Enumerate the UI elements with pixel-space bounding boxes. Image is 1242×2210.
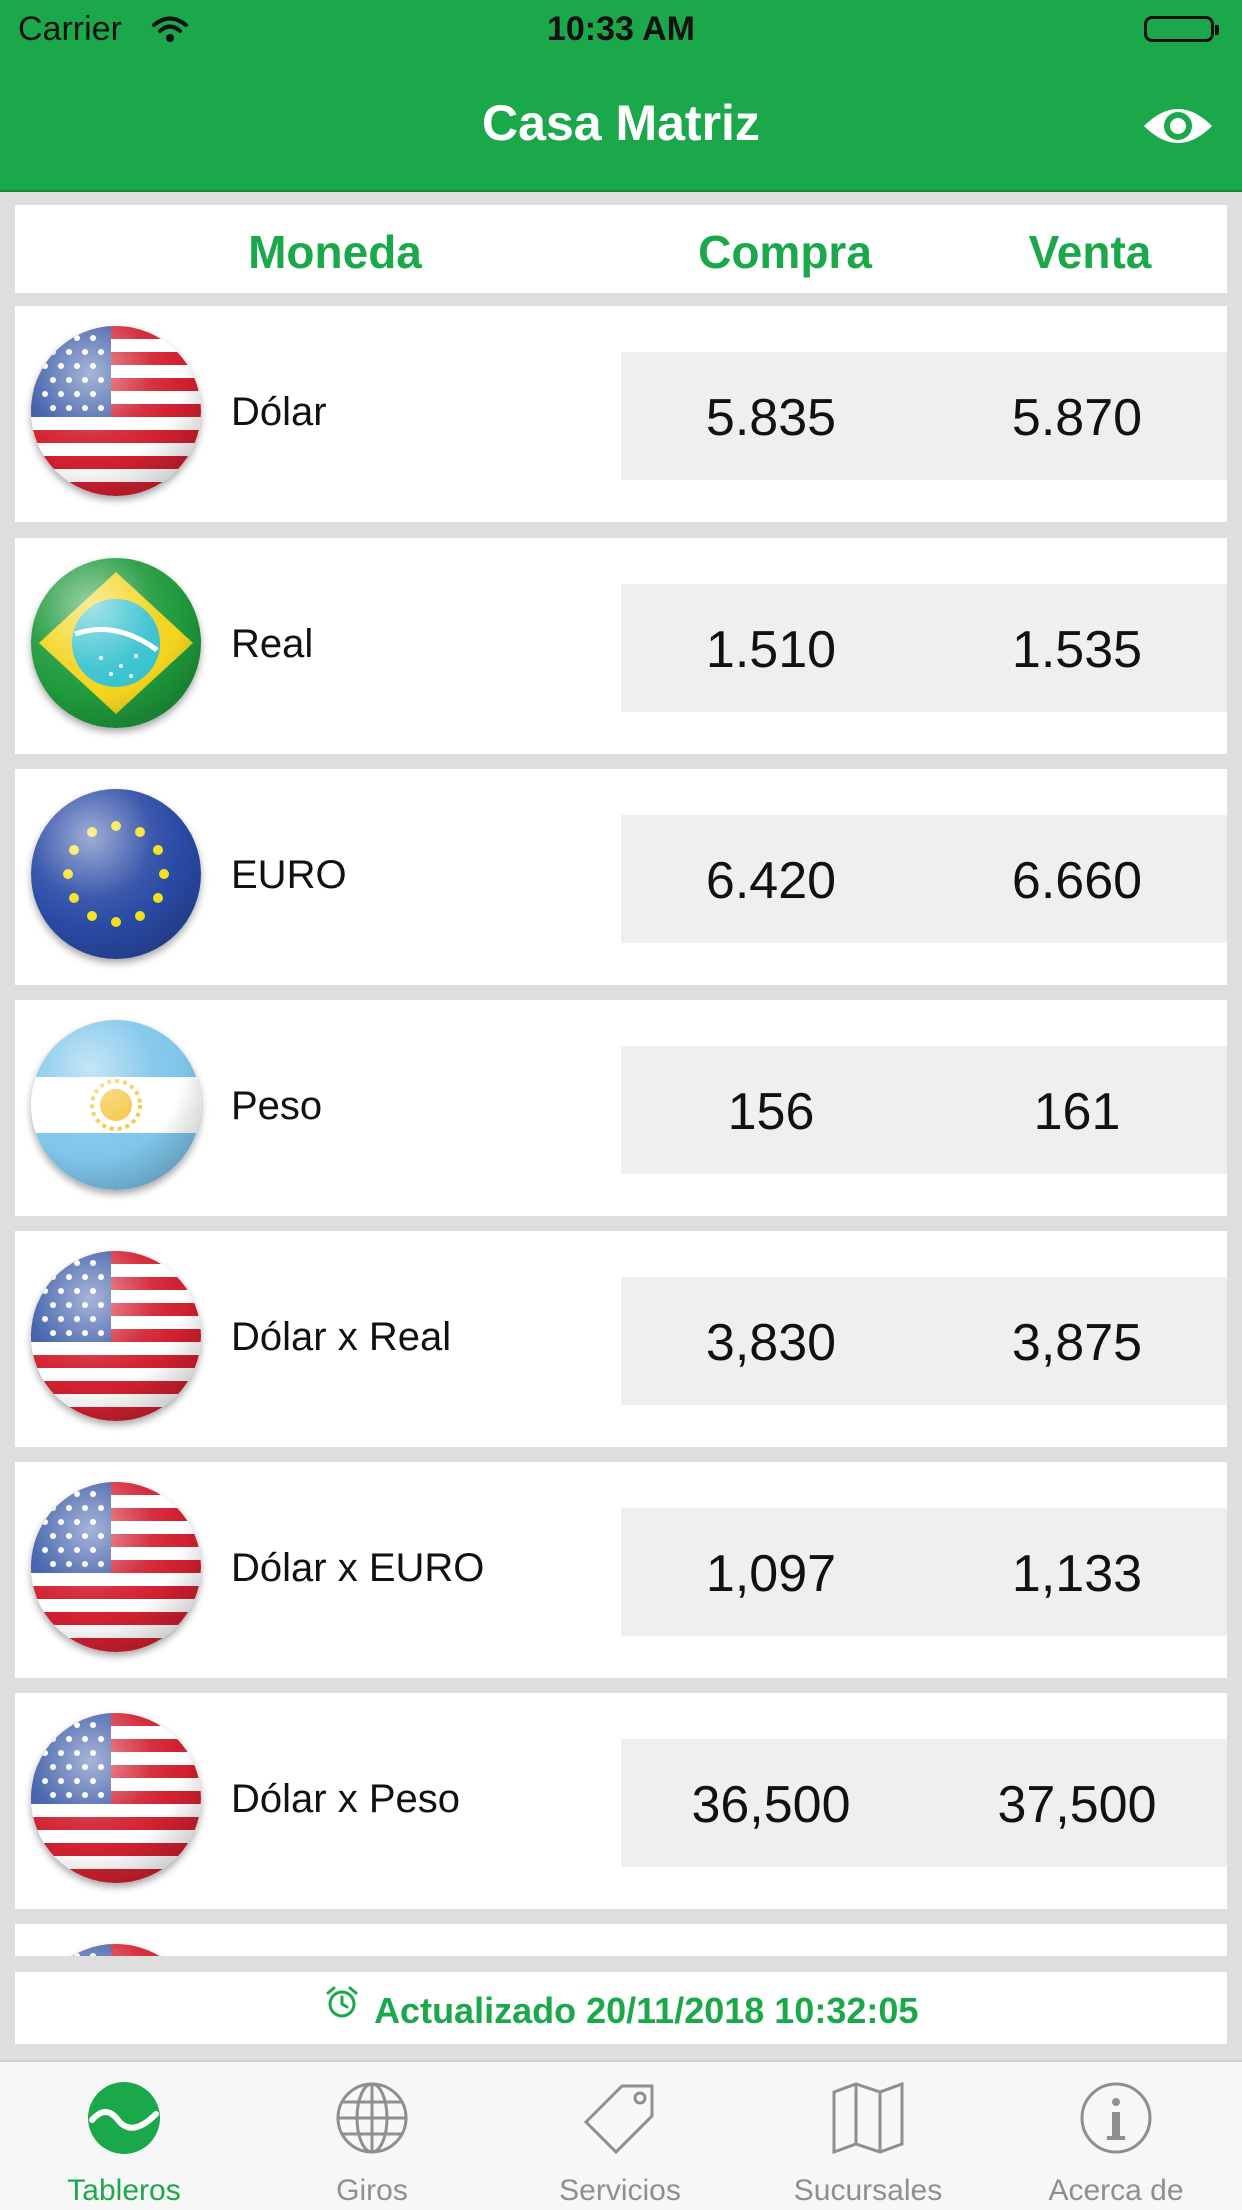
us-flag-icon <box>31 326 201 496</box>
argentina-flag-icon <box>31 1020 201 1190</box>
eu-flag-icon <box>31 789 201 959</box>
sell-rate: 161 <box>1033 1083 1121 1141</box>
currency-name: Real <box>231 622 314 666</box>
sell-rate: 6.660 <box>1011 852 1143 910</box>
brazil-flag-icon <box>31 558 201 728</box>
currency-name: EURO <box>231 853 347 897</box>
nav-bar: Casa Matriz <box>0 62 1242 192</box>
currency-name: Dólar <box>231 390 327 434</box>
buy-rate: 156 <box>727 1083 815 1141</box>
alarm-clock-icon <box>324 1984 360 2020</box>
sell-rate: 1,133 <box>1011 1545 1143 1603</box>
tab-bar: Tableros Giros Servicios Sucursales Acer… <box>0 2060 1242 2210</box>
battery-icon <box>1144 16 1219 42</box>
table-row[interactable]: Dólar x Peso 36,500 37,500 <box>15 1693 1227 1909</box>
currency-name: Dólar x Real <box>231 1315 452 1359</box>
rates-list[interactable]: Dólar 5.835 5.870 Real 1.510 1.535 EURO … <box>15 306 1227 1956</box>
tag-icon <box>582 2080 658 2156</box>
us-flag-icon <box>31 1713 201 1883</box>
tab-giros[interactable]: Giros <box>248 2062 496 2210</box>
currency-name: Dólar x EURO <box>231 1546 485 1590</box>
dashboard-icon <box>86 2080 162 2156</box>
rate-values: 6.420 6.660 <box>621 815 1227 943</box>
status-time: 10:33 AM <box>546 10 696 48</box>
map-icon <box>830 2080 906 2156</box>
tab-sucursales[interactable]: Sucursales <box>744 2062 992 2210</box>
table-row[interactable] <box>15 1924 1227 1956</box>
table-row[interactable]: Dólar 5.835 5.870 <box>15 306 1227 522</box>
table-row[interactable]: Dólar x EURO 1,097 1,133 <box>15 1462 1227 1678</box>
us-flag-icon <box>31 1944 201 1956</box>
rate-values: 156 161 <box>621 1046 1227 1174</box>
tab-label: Sucursales <box>793 2174 943 2207</box>
globe-icon <box>334 2080 410 2156</box>
buy-rate: 1,097 <box>705 1545 837 1603</box>
last-updated-text: Actualizado 20/11/2018 10:32:05 <box>374 1990 919 2031</box>
tab-label: Acerca de <box>1048 2174 1184 2207</box>
eye-icon[interactable] <box>1140 98 1216 154</box>
info-icon <box>1078 2080 1154 2156</box>
us-flag-icon <box>31 1482 201 1652</box>
header-venta: Venta <box>1028 226 1152 278</box>
status-bar: Carrier 10:33 AM <box>0 0 1242 62</box>
buy-rate: 6.420 <box>705 852 837 910</box>
tab-servicios[interactable]: Servicios <box>496 2062 744 2210</box>
table-header: Moneda Compra Venta <box>15 205 1227 293</box>
currency-name: Dólar x Peso <box>231 1777 460 1821</box>
buy-rate: 1.510 <box>705 621 837 679</box>
sell-rate: 1.535 <box>1011 621 1143 679</box>
tab-tableros[interactable]: Tableros <box>0 2062 248 2210</box>
tab-label: Tableros <box>67 2174 181 2207</box>
rate-values: 3,830 3,875 <box>621 1277 1227 1405</box>
buy-rate: 3,830 <box>705 1314 837 1372</box>
tab-label: Servicios <box>559 2174 681 2207</box>
table-row[interactable]: Peso 156 161 <box>15 1000 1227 1216</box>
sell-rate: 5.870 <box>1011 389 1143 447</box>
buy-rate: 5.835 <box>705 389 837 447</box>
currency-name: Peso <box>231 1084 323 1128</box>
buy-rate: 36,500 <box>691 1776 851 1834</box>
tab-acerca-de[interactable]: Acerca de <box>992 2062 1240 2210</box>
rate-values: 1.510 1.535 <box>621 584 1227 712</box>
table-row[interactable]: Real 1.510 1.535 <box>15 538 1227 754</box>
rate-values: 5.835 5.870 <box>621 352 1227 480</box>
header-moneda: Moneda <box>248 226 422 278</box>
tab-label: Giros <box>336 2174 408 2207</box>
last-updated: Actualizado 20/11/2018 10:32:05 <box>15 1972 1227 2044</box>
page-title: Casa Matriz <box>482 95 760 151</box>
rate-values: 36,500 37,500 <box>621 1739 1227 1867</box>
table-row[interactable]: EURO 6.420 6.660 <box>15 769 1227 985</box>
sell-rate: 37,500 <box>997 1776 1157 1834</box>
table-row[interactable]: Dólar x Real 3,830 3,875 <box>15 1231 1227 1447</box>
us-flag-icon <box>31 1251 201 1421</box>
header-compra: Compra <box>698 226 872 278</box>
rate-values: 1,097 1,133 <box>621 1508 1227 1636</box>
sell-rate: 3,875 <box>1011 1314 1143 1372</box>
